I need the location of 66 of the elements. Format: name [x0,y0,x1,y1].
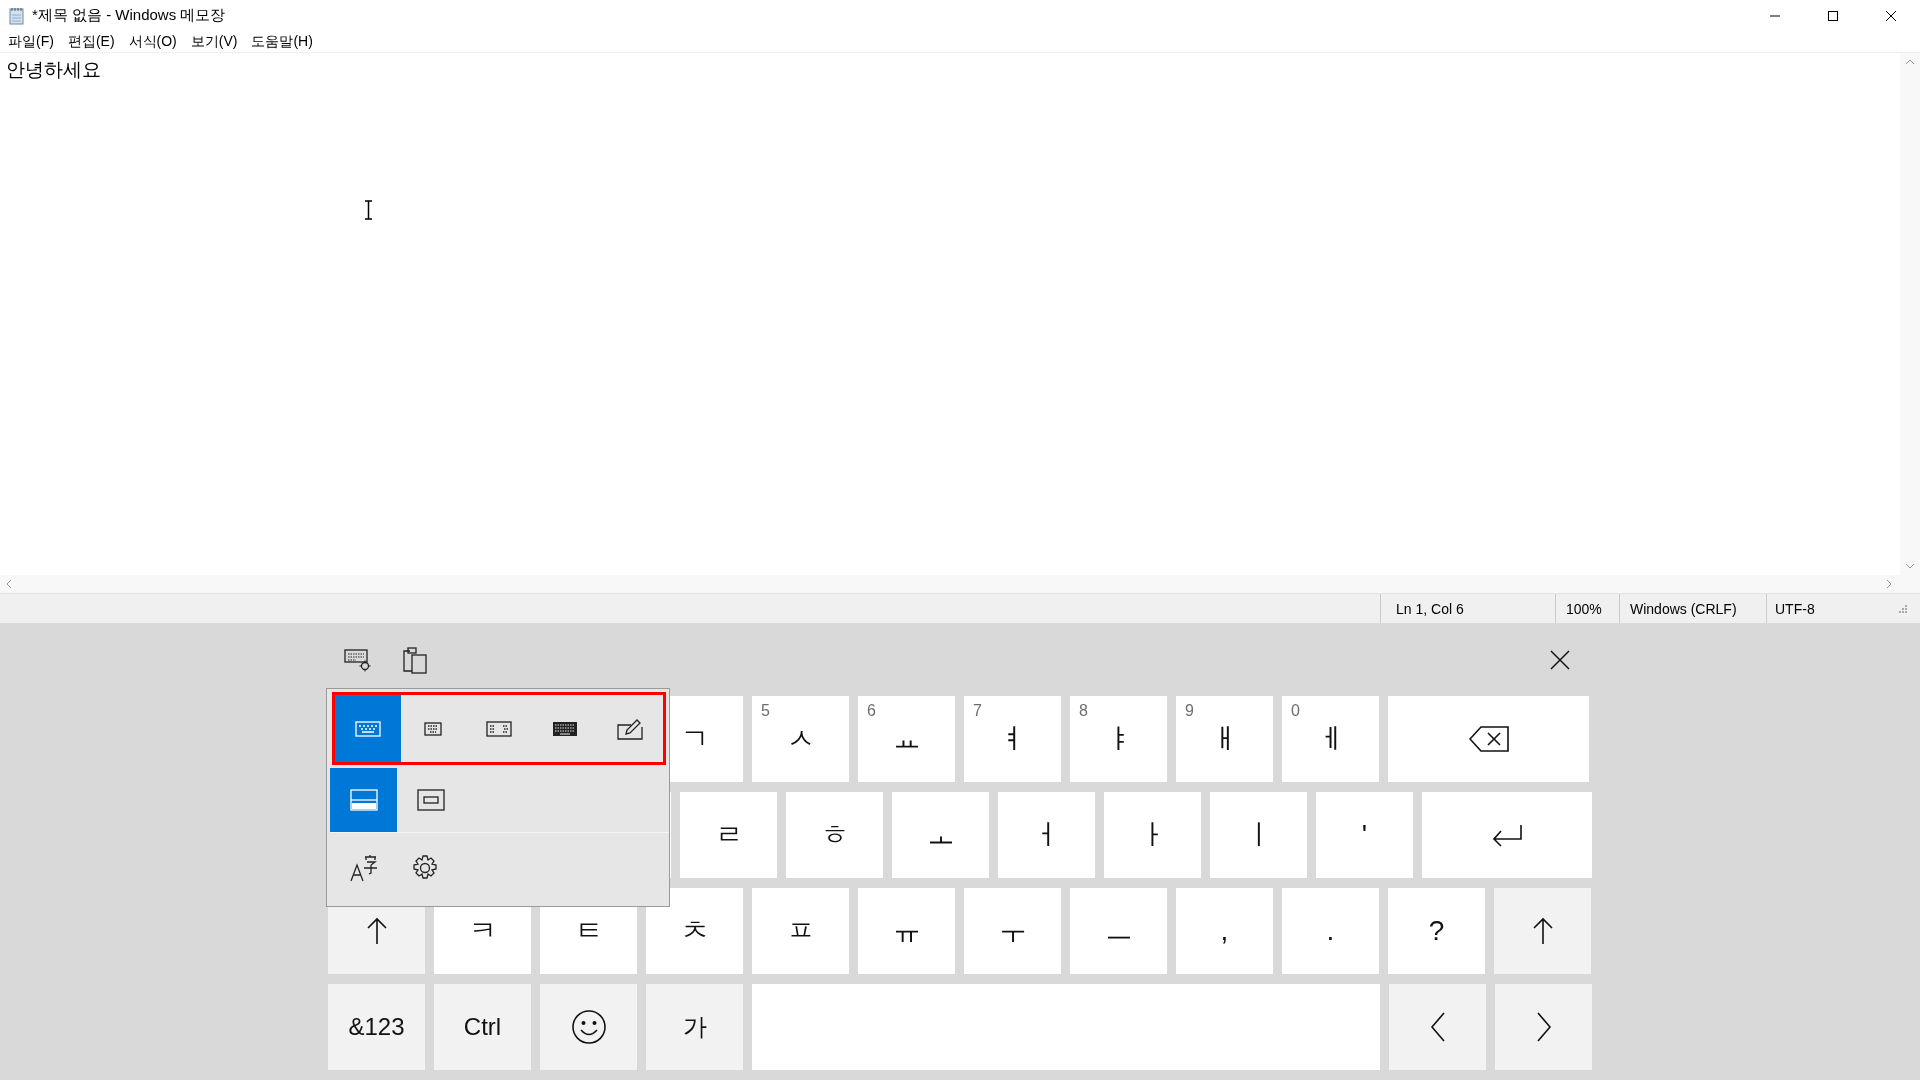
scroll-left-icon[interactable] [6,579,12,589]
key[interactable]: ㅗ [892,792,989,878]
menu-item[interactable]: 도움말(H) [245,32,321,51]
key[interactable]: ? [1388,888,1485,974]
key[interactable]: ㅑ 8 [1070,696,1167,782]
docked-icon [349,789,378,811]
backspace-icon [1468,726,1509,752]
key[interactable]: &123 [328,984,425,1070]
key[interactable]: 가 [646,984,743,1070]
key-hint: 7 [973,702,982,720]
split-keyboard-icon [486,720,512,737]
window-title: *제목 없음 - Windows 메모장 [32,6,227,25]
clipboard-icon[interactable] [403,645,427,674]
enter-icon [1491,823,1523,847]
settings-icon[interactable] [411,854,439,882]
keyboard-icon [354,720,381,737]
key-hint: 6 [867,702,876,720]
small-keyboard-icon [424,721,443,736]
resize-grip-icon[interactable] [1898,603,1908,614]
close-icon[interactable] [1550,649,1570,670]
maximize-icon[interactable] [1827,9,1839,22]
key[interactable]: ㅍ [752,888,849,974]
key[interactable]: , [1176,888,1273,974]
key[interactable]: ㅎ [786,792,883,878]
key[interactable]: ㅜ [964,888,1061,974]
key[interactable]: ㅐ 9 [1176,696,1273,782]
key[interactable]: ㅓ [998,792,1095,878]
key[interactable]: ㄹ [680,792,777,878]
docked-layout-option[interactable] [330,768,397,832]
text-cursor-icon [364,200,373,220]
default-layout-option[interactable] [335,695,401,762]
key-hint: 8 [1079,702,1088,720]
key-hint: 0 [1291,702,1300,720]
emoji-key[interactable] [540,984,637,1070]
emoji-icon [570,1009,607,1045]
menu-item[interactable]: 보기(V) [184,32,246,51]
shift-icon [365,917,388,945]
key-hint: 9 [1185,702,1194,720]
menu-item[interactable]: 편집(E) [61,32,123,51]
shift-icon [1531,917,1554,945]
key[interactable]: ㅛ 6 [858,696,955,782]
notepad-icon [8,6,26,25]
handwriting-icon [617,717,644,740]
key[interactable]: ' [1316,792,1413,878]
key[interactable]: ㅣ [1210,792,1307,878]
key[interactable]: ㅕ 7 [964,696,1061,782]
key[interactable]: ㅡ [1070,888,1167,974]
key[interactable]: ㅏ [1104,792,1201,878]
close-icon[interactable] [1885,9,1897,22]
language-icon[interactable] [349,854,379,882]
floating-icon [416,789,445,811]
scroll-down-icon[interactable] [1905,563,1915,569]
menu-item[interactable]: 파일(F) [2,32,62,51]
key[interactable]: ㅊ [646,888,743,974]
key[interactable]: ㅠ [858,888,955,974]
menu-item[interactable]: 서식(O) [122,32,185,51]
scroll-right-icon[interactable] [1886,579,1892,589]
key[interactable]: ㅅ 5 [752,696,849,782]
scroll-up-icon[interactable] [1905,59,1915,65]
key[interactable]: ㅔ 0 [1282,696,1379,782]
key[interactable]: . [1282,888,1379,974]
document-text: 안녕하세요 [6,59,101,80]
key[interactable]: Ctrl [434,984,531,1070]
key-hint: 5 [761,702,770,720]
full-keyboard-icon [551,720,578,737]
keyboard-settings-icon[interactable] [344,647,372,672]
